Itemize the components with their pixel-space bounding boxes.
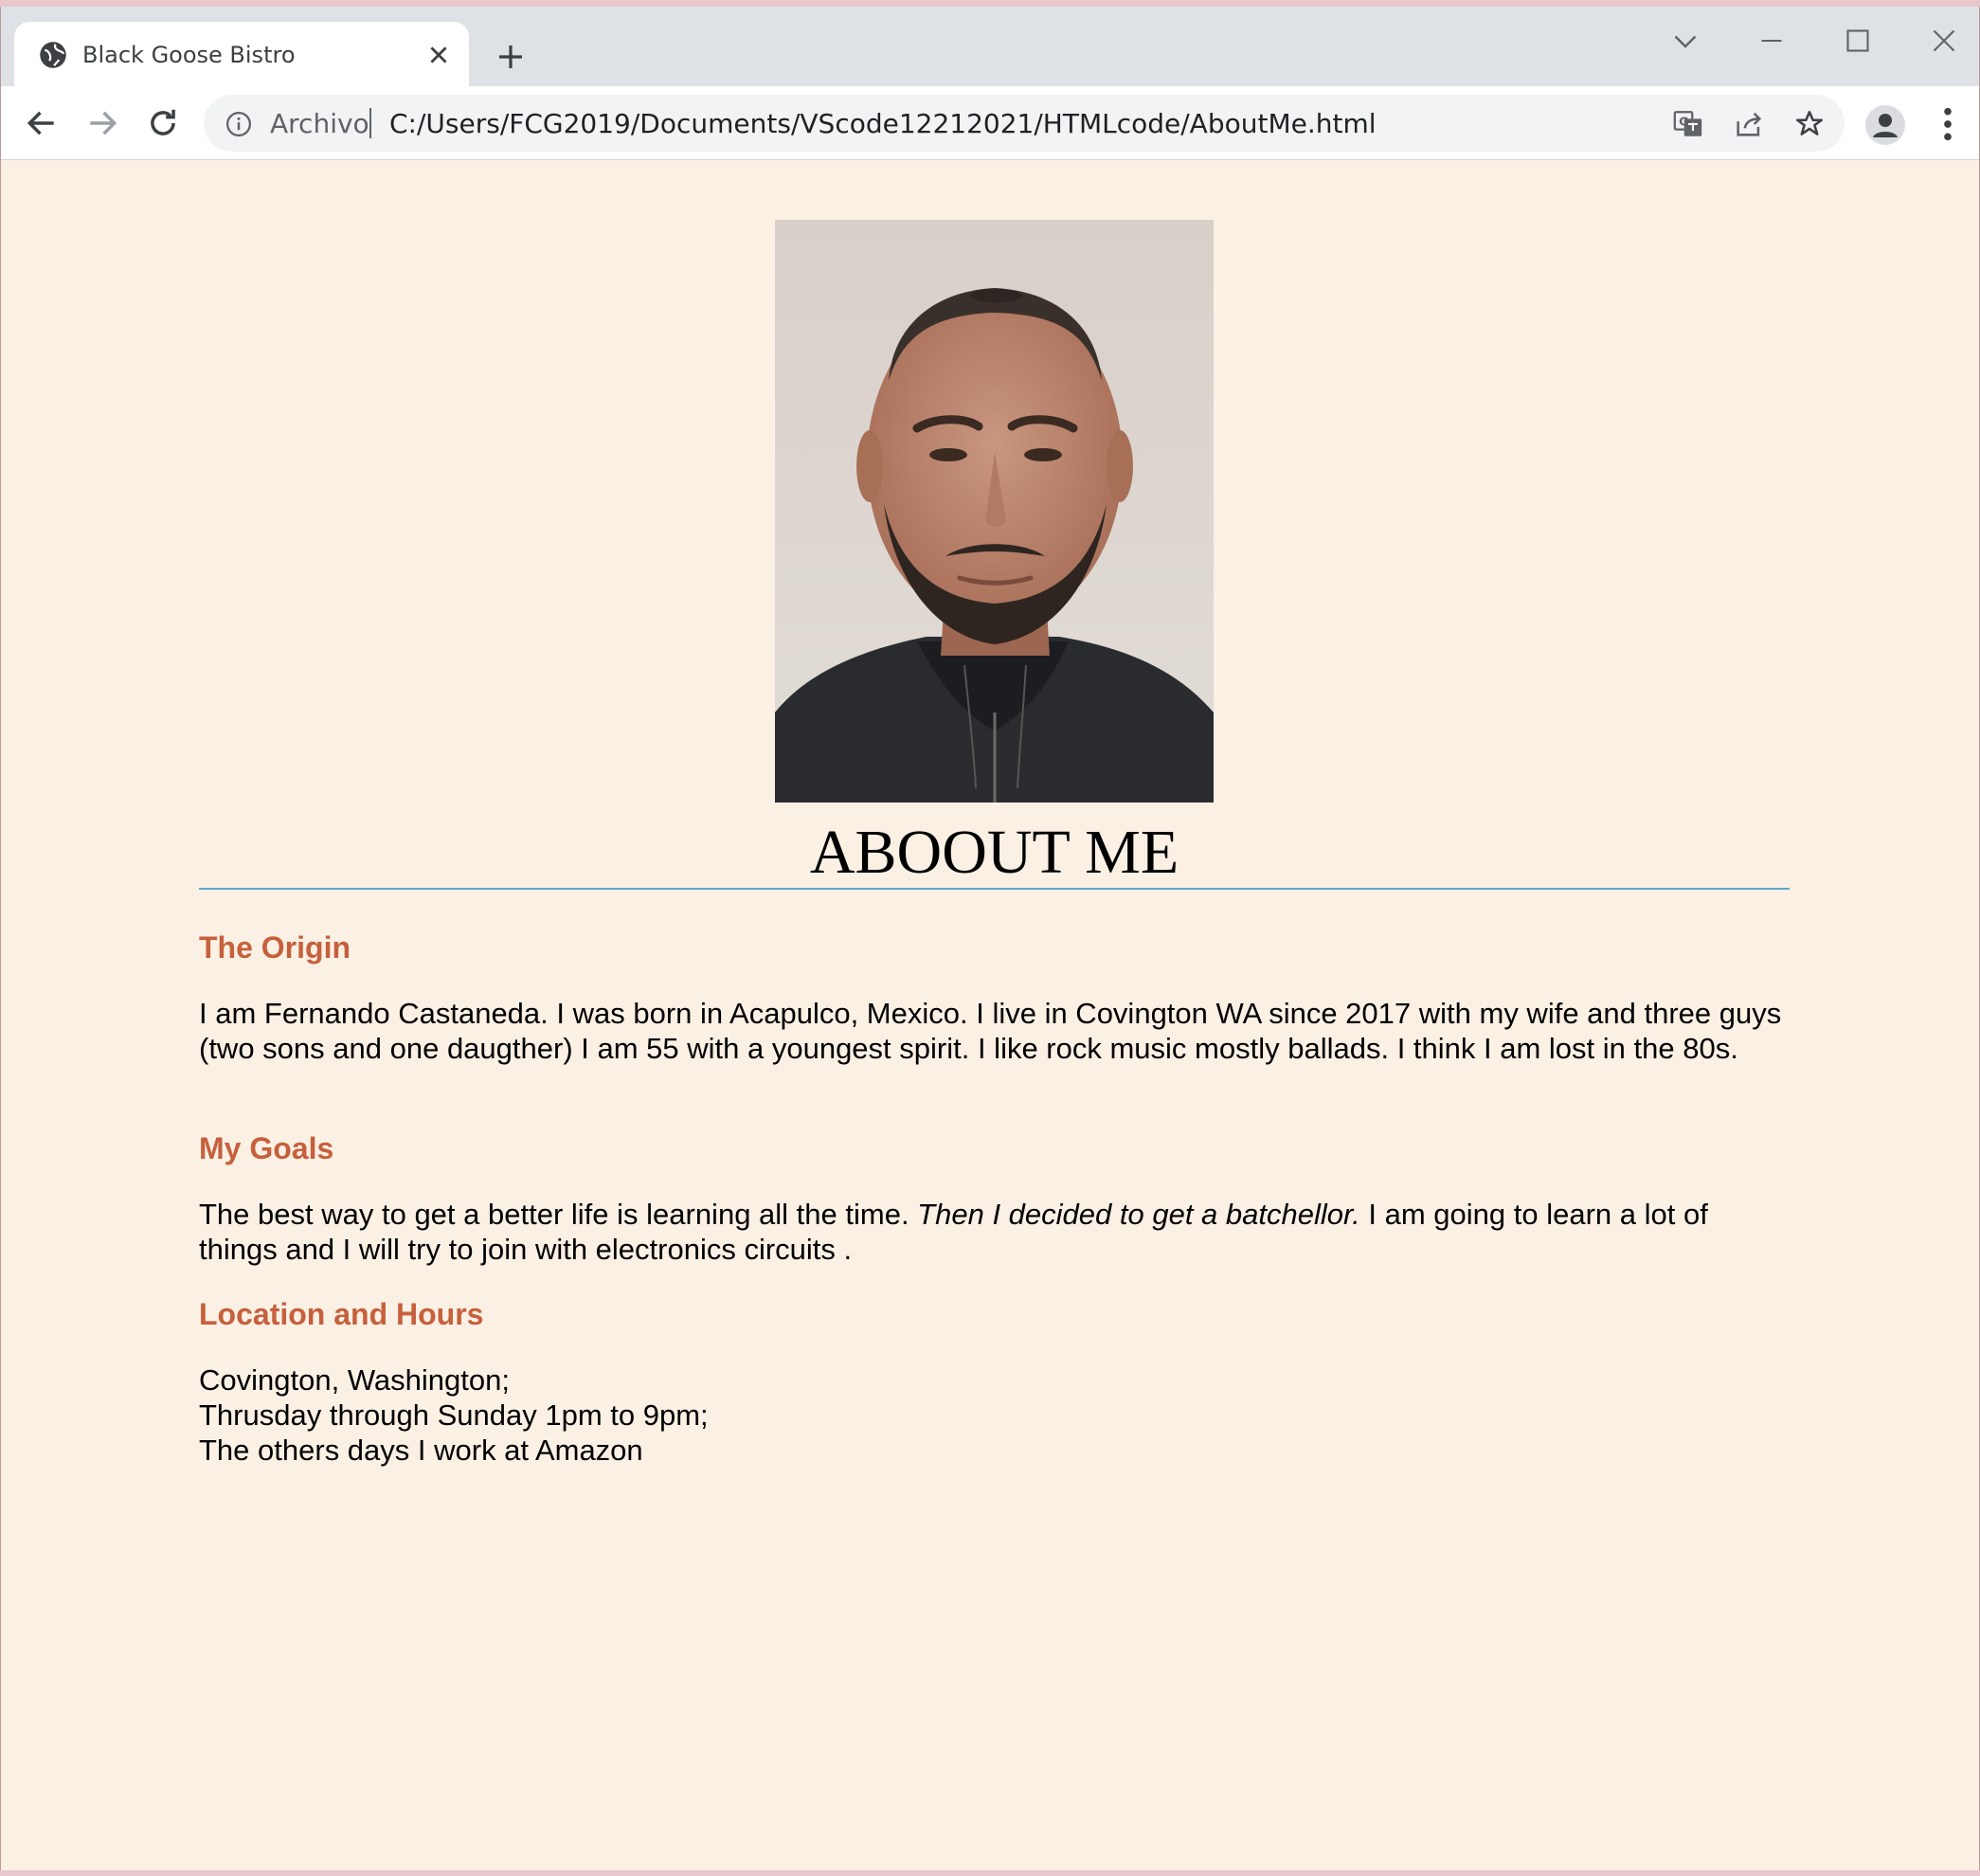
page-viewport: ABOOUT ME The Origin I am Fernando Casta… <box>1 161 1979 1870</box>
close-icon[interactable] <box>426 43 451 67</box>
kebab-menu-icon[interactable] <box>1934 105 1962 143</box>
horizontal-rule <box>199 888 1790 890</box>
arrow-left-icon[interactable] <box>24 105 60 141</box>
section-heading-goals: My Goals <box>199 1131 334 1165</box>
globe-icon <box>40 42 66 68</box>
goals-text-emphasis: Then I decided to get a batchellor. <box>917 1198 1360 1231</box>
profile-button[interactable] <box>1865 105 1905 145</box>
location-paragraph: Covington, Washington; Thrusday through … <box>199 1362 1790 1468</box>
avatar-icon <box>1873 114 1898 137</box>
window-close-icon[interactable] <box>1927 24 1961 58</box>
browser-toolbar: Archivo C:/Users/FCG2019/Documents/VScod… <box>1 86 1979 160</box>
page-title: ABOOUT ME <box>809 818 1179 887</box>
goals-text-before: The best way to get a better life is lea… <box>199 1198 918 1231</box>
translate-icon[interactable]: G <box>1672 108 1704 140</box>
tab-title: Black Goose Bistro <box>82 42 296 68</box>
tab-strip: Black Goose Bistro <box>1 7 1979 86</box>
portrait-photo <box>775 220 1214 803</box>
goals-paragraph: The best way to get a better life is lea… <box>199 1197 1790 1267</box>
chevron-down-icon[interactable] <box>1668 24 1702 58</box>
address-divider <box>369 108 371 138</box>
section-heading-location: Location and Hours <box>199 1297 484 1331</box>
url-text[interactable]: C:/Users/FCG2019/Documents/VScode1221202… <box>389 108 1377 139</box>
location-line-hours: Thrusday through Sunday 1pm to 9pm; <box>199 1398 709 1432</box>
section-heading-origin: The Origin <box>199 930 351 965</box>
origin-paragraph: I am Fernando Castaneda. I was born in A… <box>199 997 1782 1065</box>
portrait-illustration <box>775 220 1214 803</box>
reload-icon[interactable] <box>145 105 181 141</box>
info-icon[interactable] <box>225 110 253 138</box>
share-icon[interactable] <box>1733 108 1765 140</box>
location-line-other: The others days I work at Amazon <box>199 1434 643 1467</box>
address-bar[interactable]: Archivo C:/Users/FCG2019/Documents/VScod… <box>204 95 1845 152</box>
minimize-icon[interactable] <box>1755 24 1789 58</box>
arrow-right-icon[interactable] <box>84 105 120 141</box>
tab-active[interactable]: Black Goose Bistro <box>14 22 469 86</box>
svg-text:G: G <box>1679 115 1688 129</box>
plus-icon[interactable] <box>495 42 526 72</box>
maximize-icon[interactable] <box>1841 24 1875 58</box>
scheme-label: Archivo <box>270 108 369 139</box>
star-icon[interactable] <box>1793 108 1826 140</box>
location-line-address: Covington, Washington; <box>199 1363 510 1397</box>
browser-window: Black Goose Bistro Archivo C:/Users/FCG2… <box>0 7 1980 1870</box>
